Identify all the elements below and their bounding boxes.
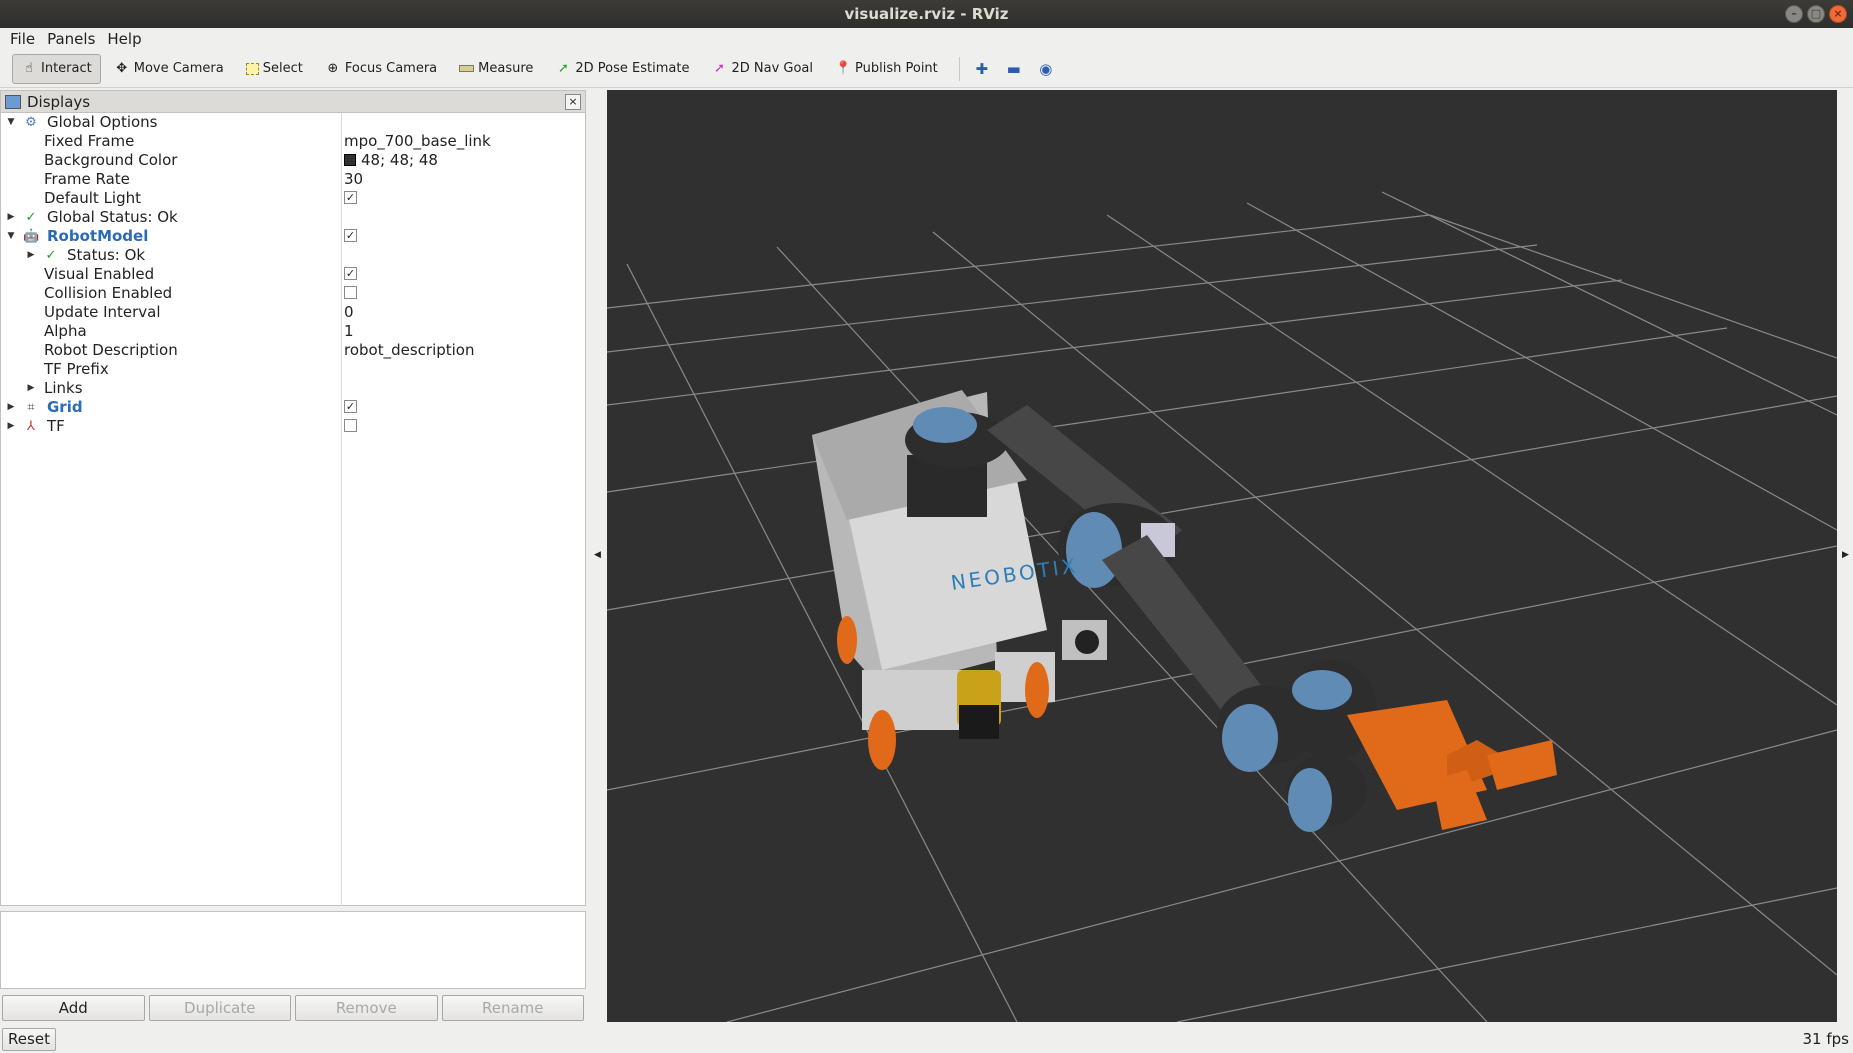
default-light-checkbox[interactable]: ✓ <box>344 191 357 204</box>
alpha-value[interactable]: 1 <box>344 322 354 341</box>
map-pin-icon: 📍 <box>835 60 852 76</box>
fps-readout: 31 fps <box>1802 1030 1849 1048</box>
check-icon: ✓ <box>45 248 57 263</box>
visual-enabled-checkbox[interactable]: ✓ <box>344 267 357 280</box>
focus-camera-tool-button[interactable]: ⊕ Focus Camera <box>316 54 446 84</box>
background-color-value[interactable]: 48; 48; 48 <box>344 151 438 170</box>
color-swatch <box>344 153 356 166</box>
close-panel-icon[interactable]: × <box>565 94 581 110</box>
tree-row-fixed-frame[interactable]: Fixed Frame mpo_700_base_link <box>1 132 585 151</box>
displays-panel: Displays × ▼ ⚙ Global Options Fixed Fram… <box>0 90 586 906</box>
monitor-icon <box>5 94 21 109</box>
frame-rate-value[interactable]: 30 <box>344 170 363 189</box>
tree-row-alpha[interactable]: Alpha 1 <box>1 322 585 341</box>
tree-row-default-light[interactable]: Default Light ✓ <box>1 189 585 208</box>
window-title: visualize.rviz - RViz <box>844 5 1009 23</box>
select-tool-button[interactable]: Select <box>237 54 312 84</box>
tools-toolbar: ☝ Interact ✥ Move Camera Select ⊕ Focus Cam… <box>0 50 1853 88</box>
collapse-right-icon[interactable]: ▶ <box>1842 550 1849 560</box>
tf-checkbox[interactable] <box>344 419 357 432</box>
tree-row-tf[interactable]: ▶ ⅄ TF <box>1 417 585 436</box>
menu-panels[interactable]: Panels <box>41 28 101 50</box>
ground-grid <box>607 191 1837 1022</box>
reset-button[interactable]: Reset <box>2 1028 56 1051</box>
tree-row-collision-enabled[interactable]: Collision Enabled <box>1 284 585 303</box>
robot-description-value[interactable]: robot_description <box>344 341 475 360</box>
axes-icon: ⅄ <box>27 419 35 434</box>
update-interval-value[interactable]: 0 <box>344 303 354 322</box>
right-splitter[interactable]: ▶ <box>1837 90 1853 1022</box>
collision-enabled-checkbox[interactable] <box>344 286 357 299</box>
displays-title: Displays <box>27 92 91 111</box>
hand-icon: ☝ <box>25 60 33 76</box>
ruler-icon <box>459 65 475 72</box>
tree-row-frame-rate[interactable]: Frame Rate 30 <box>1 170 585 189</box>
gear-icon: ⚙ <box>25 115 37 130</box>
publish-point-tool-button[interactable]: 📍 Publish Point <box>826 54 947 84</box>
displays-panel-header: Displays <box>1 91 585 113</box>
tree-row-status-ok[interactable]: ▶ ✓ Status: Ok <box>1 246 585 265</box>
render-viewport[interactable]: NEOBOTIX <box>607 90 1837 1022</box>
robot-model-checkbox[interactable]: ✓ <box>344 229 357 242</box>
nav-goal-tool-button[interactable]: ➚ 2D Nav Goal <box>702 54 822 84</box>
menu-help[interactable]: Help <box>101 28 147 50</box>
remove-button[interactable]: Remove <box>295 995 438 1021</box>
measure-tool-button[interactable]: Measure <box>450 54 542 84</box>
green-arrow-icon: ➚ <box>557 60 569 76</box>
expand-right-icon[interactable]: ▶ <box>6 417 16 436</box>
tree-row-update-interval[interactable]: Update Interval 0 <box>1 303 585 322</box>
check-icon: ✓ <box>25 210 37 225</box>
toolbar-separator <box>958 56 960 81</box>
tree-row-grid[interactable]: ▶ ⌗ Grid ✓ <box>1 398 585 417</box>
pose-estimate-tool-button[interactable]: ➚ 2D Pose Estimate <box>546 54 698 84</box>
scene-svg: NEOBOTIX <box>607 191 1837 1022</box>
close-icon[interactable]: × <box>1829 5 1847 23</box>
tree-row-visual-enabled[interactable]: Visual Enabled ✓ <box>1 265 585 284</box>
magenta-arrow-icon: ➚ <box>714 60 725 76</box>
expand-right-icon[interactable]: ▶ <box>6 208 16 227</box>
rename-button[interactable]: Rename <box>441 995 584 1021</box>
maximize-icon[interactable]: □ <box>1807 5 1825 23</box>
left-splitter[interactable]: ◀ <box>590 90 606 1022</box>
crosshair-icon: ⊕ <box>327 60 339 76</box>
tree-row-robot-description[interactable]: Robot Description robot_description <box>1 341 585 360</box>
displays-tree: ▼ ⚙ Global Options Fixed Frame mpo_700_b… <box>1 113 585 906</box>
move-arrows-icon: ✥ <box>116 60 128 76</box>
eye-icon[interactable]: ◉ <box>1032 54 1060 84</box>
remove-tool-icon[interactable]: ▬ <box>1000 54 1028 84</box>
move-camera-tool-button[interactable]: ✥ Move Camera <box>105 54 233 84</box>
grid-checkbox[interactable]: ✓ <box>344 400 357 413</box>
menu-file[interactable]: File <box>4 28 41 50</box>
minimize-icon[interactable]: – <box>1785 5 1803 23</box>
select-box-icon <box>245 62 259 75</box>
tree-row-background-color[interactable]: Background Color 48; 48; 48 <box>1 151 585 170</box>
tree-row-tf-prefix[interactable]: TF Prefix <box>1 360 585 379</box>
robot-model: NEOBOTIX <box>812 390 1557 832</box>
tree-row-global-options[interactable]: ▼ ⚙ Global Options <box>1 113 585 132</box>
collapse-left-icon[interactable]: ◀ <box>594 550 601 560</box>
menubar: File Panels Help <box>0 28 1853 50</box>
expand-down-icon[interactable]: ▼ <box>6 113 16 132</box>
tree-row-robot-model[interactable]: ▼ 🤖 RobotModel ✓ <box>1 227 585 246</box>
window-titlebar: visualize.rviz - RViz – □ × <box>0 0 1853 28</box>
grid-icon: ⌗ <box>27 400 35 415</box>
fixed-frame-value[interactable]: mpo_700_base_link <box>344 132 491 151</box>
expand-right-icon[interactable]: ▶ <box>26 246 36 265</box>
property-description-box <box>0 911 586 989</box>
add-button[interactable]: Add <box>2 995 145 1021</box>
expand-down-icon[interactable]: ▼ <box>6 227 16 246</box>
duplicate-button[interactable]: Duplicate <box>148 995 291 1021</box>
add-tool-icon[interactable]: ✚ <box>968 54 996 84</box>
interact-tool-button[interactable]: ☝ Interact <box>12 53 101 84</box>
expand-right-icon[interactable]: ▶ <box>6 398 16 417</box>
tree-row-global-status[interactable]: ▶ ✓ Global Status: Ok <box>1 208 585 227</box>
tree-row-links[interactable]: ▶ Links <box>1 379 585 398</box>
expand-right-icon[interactable]: ▶ <box>26 379 36 398</box>
robot-icon: 🤖 <box>23 229 40 244</box>
displays-button-row: Add Duplicate Remove Rename <box>2 995 584 1021</box>
